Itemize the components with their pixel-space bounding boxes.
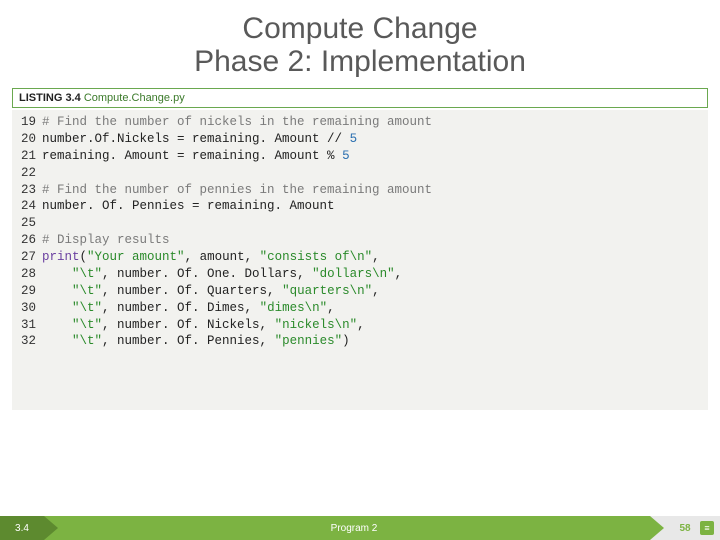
- listing-header: LISTING 3.4 Compute.Change.py: [12, 88, 708, 108]
- menu-icon: ≡: [700, 521, 714, 535]
- line-number-gutter: 1920212223242526272829303132: [12, 114, 42, 350]
- title-line-2: Phase 2: Implementation: [0, 45, 720, 78]
- chevron-icon: [650, 516, 664, 540]
- footer-section-number: 3.4: [0, 516, 44, 540]
- code-block: 1920212223242526272829303132 # Find the …: [12, 110, 708, 410]
- listing-filename: Compute.Change.py: [84, 92, 185, 104]
- footer-program-label: Program 2: [58, 516, 650, 540]
- listing-label: LISTING 3.4: [19, 92, 81, 104]
- chevron-icon: [44, 516, 58, 540]
- code-content: # Find the number of nickels in the rema…: [42, 114, 708, 350]
- slide-footer: 3.4 Program 2 58 ≡: [0, 516, 720, 540]
- title-line-1: Compute Change: [0, 12, 720, 45]
- slide-title: Compute Change Phase 2: Implementation: [0, 0, 720, 88]
